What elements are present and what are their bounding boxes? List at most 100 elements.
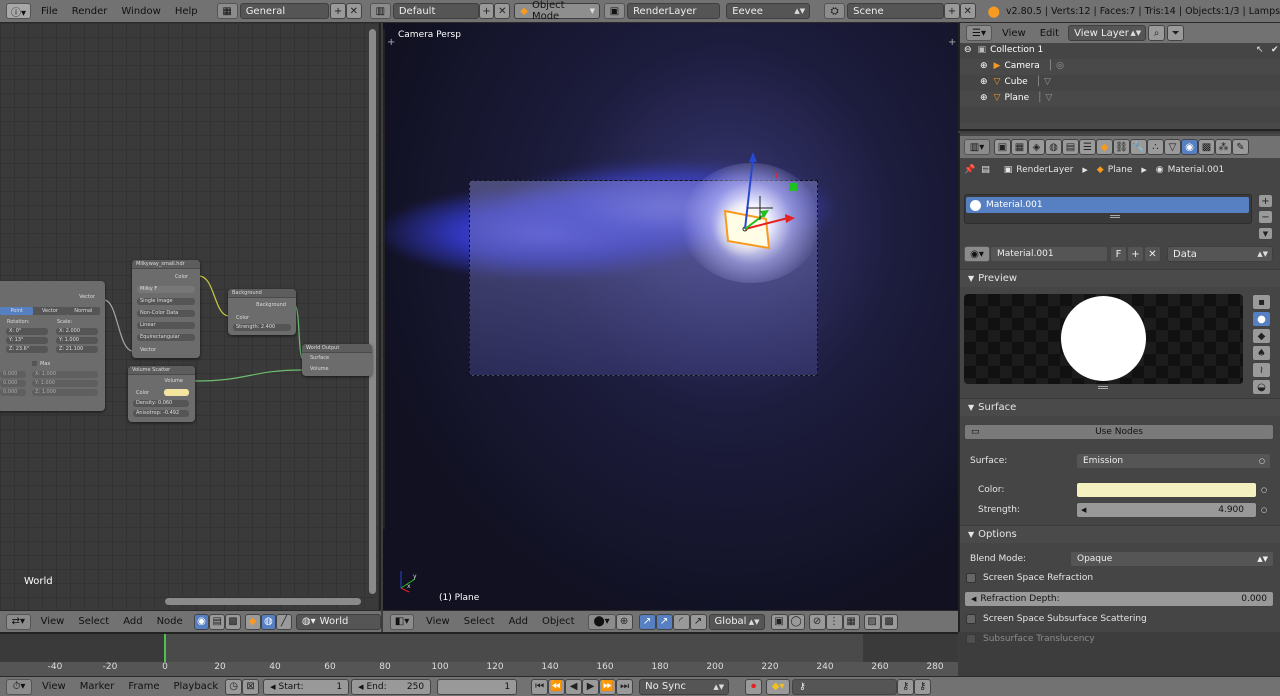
scale-manipulator-icon[interactable]: ↗ (689, 613, 707, 630)
sss-row[interactable]: Screen Space Subsurface Scattering (964, 614, 1274, 624)
ssr-checkbox[interactable] (966, 573, 976, 583)
transform-gizmo[interactable] (713, 148, 823, 258)
pin-icon[interactable]: 📌 (964, 165, 975, 175)
outliner-editor-type-button[interactable]: ☰▾ (966, 25, 992, 41)
volume-color-swatch[interactable] (164, 389, 189, 396)
outliner-item-collection[interactable]: ⊖ ▣ Collection 1 (964, 45, 1043, 55)
mapping-rot-y[interactable]: Y: 13° (6, 337, 48, 344)
background-strength-field[interactable]: Strength: 2.400 (233, 324, 291, 331)
render-layer-tab-icon[interactable]: ▦ (1011, 139, 1028, 155)
layers-icon[interactable]: ▣ (770, 613, 788, 630)
translate-manipulator-icon[interactable]: ↗ (638, 613, 656, 630)
mapping-rot-x[interactable]: X: 0° (6, 328, 48, 335)
jump-start-icon[interactable]: ⏮ (531, 678, 549, 695)
volume-density-field[interactable]: Density: 0.060 (133, 400, 189, 407)
sss-checkbox[interactable] (966, 614, 976, 624)
viewport-shading-dropdown[interactable]: ⬤▾ (587, 613, 616, 630)
expand-icon[interactable]: ⊕ (980, 77, 988, 87)
scene-add-button[interactable]: + (943, 3, 960, 19)
new-material-button[interactable]: + (1127, 246, 1144, 262)
end-frame-field[interactable]: ◀ End: 250 (351, 678, 432, 695)
preview-flat-icon[interactable]: ▪ (1252, 294, 1271, 310)
compositor-type-icon[interactable]: ▤ (209, 613, 226, 630)
texture-type-icon[interactable]: ▩ (225, 613, 241, 630)
properties-editor-type-button[interactable]: ▥▾ (964, 139, 990, 155)
layout-dropdown[interactable]: Default (392, 3, 479, 19)
slot-remove-button[interactable]: − (1258, 210, 1273, 224)
preview-hair-icon[interactable]: ≀ (1252, 362, 1271, 378)
mapping-tab-vector[interactable]: Vector (33, 307, 67, 315)
node-menu-select[interactable]: Select (78, 616, 109, 627)
mapping-node[interactable]: Vector Point Vector Normal Rotation: Sca… (0, 281, 105, 411)
timeline-menu-playback[interactable]: Playback (173, 681, 218, 692)
viewport-plus-icon[interactable]: + (387, 37, 395, 48)
scene-close-button[interactable]: ✕ (959, 3, 976, 19)
jump-keyframe-forward-icon[interactable]: ⏩ (599, 678, 617, 695)
preview-sphere-icon[interactable]: ● (1252, 311, 1271, 327)
env-image-field[interactable]: Milky F (137, 286, 195, 293)
outliner-item-cube[interactable]: ⊕ ▽ Cube │ ▽ (980, 77, 1051, 87)
outliner-menu-view[interactable]: View (1002, 28, 1026, 39)
linestyle-shader-icon[interactable]: ╱ (276, 613, 292, 630)
viewport-menu-object[interactable]: Object (542, 616, 575, 627)
jump-end-icon[interactable]: ⏭ (616, 678, 634, 695)
use-nodes-button[interactable]: ▭ Use Nodes (964, 424, 1274, 440)
keying-icon[interactable]: ◆▾ (766, 678, 791, 695)
preview-cube-icon[interactable]: ◆ (1252, 328, 1271, 344)
env-mapping-dropdown[interactable]: Equirectangular (137, 334, 195, 341)
mapping-min-x[interactable]: 0.000 (0, 371, 26, 378)
display-mode-dropdown[interactable]: View Layer ▲▼ (1068, 25, 1147, 41)
menu-help[interactable]: Help (175, 6, 198, 17)
modifier-tab-icon[interactable]: 🔧 (1130, 139, 1147, 155)
world-datablock-field[interactable]: ◍▾ World (295, 613, 381, 630)
env-colorspace-dropdown[interactable]: Non-Color Data (137, 310, 195, 317)
world-tab-icon[interactable]: ◍ (1045, 139, 1062, 155)
preview-monkey-icon[interactable]: ♠ (1252, 345, 1271, 361)
keying-set-field[interactable]: ⚷ (792, 678, 898, 695)
shader-type-icon[interactable]: ◉ (193, 613, 210, 630)
ssr-row[interactable]: Screen Space Refraction (964, 573, 1274, 583)
search-icon[interactable]: ⌕ (1148, 25, 1166, 41)
3d-viewport[interactable]: Camera Persp + + y x (1) Plane (383, 23, 958, 610)
viewport-menu-view[interactable]: View (426, 616, 450, 627)
layout-icon-button[interactable]: ▥ (369, 3, 391, 19)
object-tab-icon-2[interactable]: ◆ (1096, 139, 1113, 155)
preview-sky-icon[interactable]: ◒ (1252, 379, 1271, 395)
options-panel-header[interactable]: ▼ Options (960, 525, 1280, 543)
mapping-max-y[interactable]: Y: 1.000 (32, 380, 98, 387)
constraint-tab-icon[interactable]: ⛓ (1113, 139, 1130, 155)
current-frame-field[interactable]: 1 (437, 678, 518, 695)
menu-window[interactable]: Window (121, 6, 160, 17)
proportional-edit-icon[interactable]: ◯ (787, 613, 805, 630)
material-slot-item[interactable]: Material.001 (966, 197, 1249, 213)
menu-render[interactable]: Render (72, 6, 108, 17)
renderlayer-icon-button[interactable]: ▣ (604, 3, 626, 19)
mapping-rot-z[interactable]: Z: 23.6° (6, 346, 48, 353)
viewport-menu-select[interactable]: Select (464, 616, 495, 627)
surface-panel-header[interactable]: ▼ Surface (960, 398, 1280, 416)
mapping-tab-point[interactable]: Point (0, 307, 34, 315)
sync-dropdown[interactable]: No Sync ▲▼ (639, 678, 730, 695)
preview-range-icon[interactable]: ◷ (225, 678, 243, 695)
snap-element-icon[interactable]: ⋮ (825, 613, 843, 630)
delete-keyframe-icon[interactable]: ⚷ (914, 678, 932, 695)
rotate-manipulator-icon[interactable]: ↗ (655, 613, 673, 630)
mapping-max-checkbox[interactable] (32, 361, 37, 366)
mesh-data-tab-icon[interactable]: ▽ (1164, 139, 1181, 155)
mapping-scale-y[interactable]: Y: 1.000 (56, 337, 98, 344)
texture-tab-icon[interactable]: ▩ (1198, 139, 1215, 155)
timeline-area[interactable] (0, 632, 958, 676)
node-link-icon[interactable]: ○ (1261, 486, 1267, 494)
workspace-close-button[interactable]: ✕ (345, 3, 362, 19)
mode-dropdown[interactable]: ◆ Object Mode ▼ (514, 0, 600, 22)
volume-scatter-node[interactable]: Volume Scatter Volume Color Density: 0.0… (128, 366, 195, 422)
workspace-dropdown[interactable]: General (239, 3, 330, 19)
jump-keyframe-back-icon[interactable]: ⏪ (548, 678, 566, 695)
snap-icon[interactable]: ⊘ (808, 613, 826, 630)
volume-anisotropy-field[interactable]: Anisotrop: -0.492 (133, 410, 189, 417)
env-texture-node[interactable]: Milkyway_small.hdr Color Milky F Single … (132, 260, 200, 358)
slot-add-button[interactable]: + (1258, 194, 1273, 208)
record-icon[interactable]: ⏺ (745, 678, 763, 695)
scene-icon-button[interactable]: ⛭ (824, 3, 846, 19)
timeline-editor-type-button[interactable]: ⏱▾ (6, 678, 32, 695)
